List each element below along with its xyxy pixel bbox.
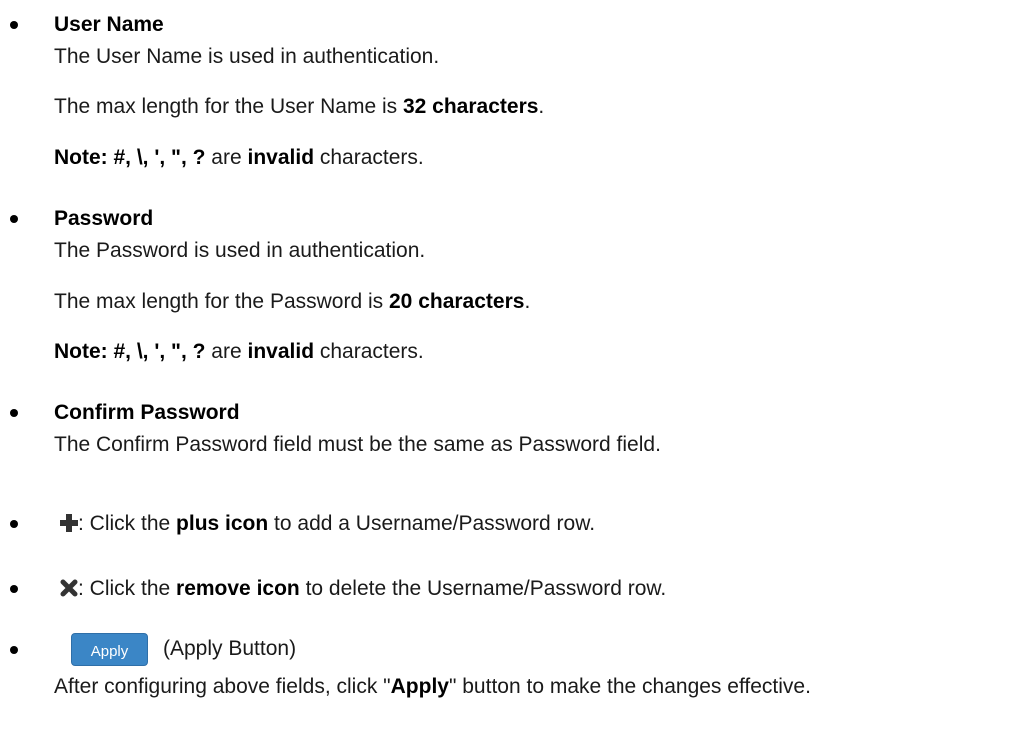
bullet (10, 646, 18, 654)
remove-icon (60, 579, 78, 597)
bullet (10, 520, 18, 528)
user-name-heading: User Name (54, 13, 164, 36)
remove-icon-description: : Click the remove icon to delete the Us… (54, 577, 666, 601)
user-name-note: Note: #, \, ', ", ? are invalid characte… (54, 146, 424, 169)
bullet (10, 215, 18, 223)
password-max-length: The max length for the Password is 20 ch… (54, 290, 531, 313)
apply-button-caption: (Apply Button) (163, 637, 297, 660)
plus-icon-description: : Click the plus icon to add a Username/… (54, 512, 595, 536)
bullet (10, 585, 18, 593)
user-name-description: The User Name is used in authentication. (54, 45, 440, 68)
bullet (10, 409, 18, 417)
plus-icon (60, 514, 78, 532)
password-note: Note: #, \, ', ", ? are invalid characte… (54, 340, 424, 363)
confirm-password-heading: Confirm Password (54, 401, 240, 424)
confirm-password-description: The Confirm Password field must be the s… (54, 433, 661, 456)
user-name-max-length: The max length for the User Name is 32 c… (54, 95, 545, 118)
password-heading: Password (54, 207, 154, 230)
apply-button[interactable]: Apply (71, 633, 148, 666)
password-description: The Password is used in authentication. (54, 239, 426, 262)
apply-description: After configuring above fields, click "A… (54, 675, 811, 698)
bullet (10, 21, 18, 29)
